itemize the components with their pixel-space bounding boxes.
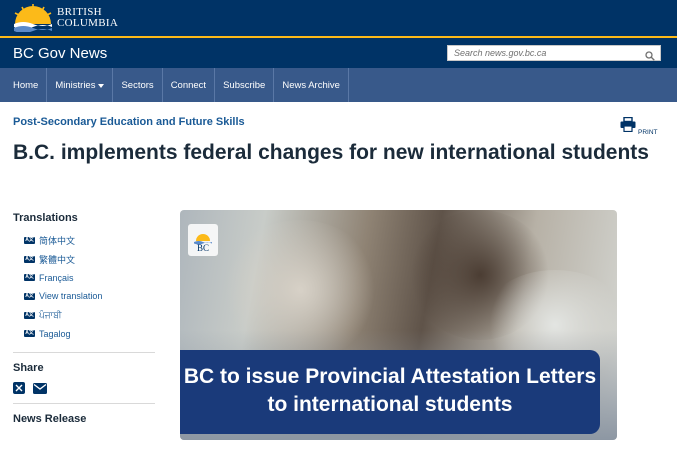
search-icon[interactable] [645,48,655,66]
translate-icon: A文 [24,330,35,338]
bc-logo[interactable]: BRITISH COLUMBIA [12,4,118,32]
translate-icon: A文 [24,274,35,282]
logo-line-2: COLUMBIA [57,17,119,29]
search-input[interactable]: Search news.gov.bc.ca [447,45,661,61]
translation-label: ਪੰਜਾਬੀ [39,309,62,320]
nav-label: News Archive [282,79,340,91]
translation-label: 繁體中文 [39,254,76,265]
search-placeholder: Search news.gov.bc.ca [454,48,547,58]
nav-item-sectors[interactable]: Sectors [113,68,163,102]
print-icon [620,116,636,137]
x-icon[interactable] [13,382,25,395]
divider [13,403,155,405]
nav-label: Sectors [121,79,154,91]
translation-link-tagalog[interactable]: A文 Tagalog [13,324,155,343]
translate-icon: A文 [24,255,35,263]
nav-label: Home [13,79,39,91]
page-title: B.C. implements federal changes for new … [13,141,649,164]
translate-icon: A文 [24,292,35,300]
translations-heading: Translations [13,212,78,224]
print-button[interactable]: PRINT [620,116,658,137]
translation-link-french[interactable]: A文 Français [13,268,155,287]
news-release-heading: News Release [13,413,87,426]
site-title[interactable]: BC Gov News [13,45,107,62]
sidebar: Translations A文 简体中文 A文 繁體中文 A文 Français… [13,212,155,425]
bc-sun-logo-icon [14,4,52,32]
translation-label: Français [39,272,74,283]
hero-image: BC BC to issue Provincial Attestation Le… [180,210,617,440]
bc-badge-icon: BC [188,224,218,256]
translation-link-traditional-chinese[interactable]: A文 繁體中文 [13,250,155,269]
site-bar: BC Gov News Search news.gov.bc.ca [0,38,677,68]
print-label: PRINT [638,129,658,136]
translation-link-punjabi[interactable]: A文 ਪੰਜਾਬੀ [13,306,155,325]
badge-text: BC [196,243,209,253]
share-buttons [13,382,155,395]
nav-item-home[interactable]: Home [0,68,48,102]
nav-label: Ministries [55,79,96,91]
translation-link-simplified-chinese[interactable]: A文 简体中文 [13,231,155,250]
ministry-link[interactable]: Post-Secondary Education and Future Skil… [13,116,245,128]
main-navigation: Home Ministries Sectors Connect Subscrib… [0,68,677,102]
nav-item-connect[interactable]: Connect [163,68,216,102]
translation-label: 简体中文 [39,235,76,246]
share-heading: Share [13,362,44,375]
translation-label: Tagalog [39,328,71,339]
divider [13,352,155,354]
translate-icon: A文 [24,311,35,319]
translation-label: View translation [39,291,103,302]
nav-item-ministries[interactable]: Ministries [47,68,114,102]
nav-item-subscribe[interactable]: Subscribe [215,68,275,102]
top-header: BRITISH COLUMBIA [0,0,677,38]
email-icon[interactable] [33,382,47,394]
nav-label: Connect [170,79,207,91]
chevron-down-icon [98,83,105,88]
image-caption: BC to issue Provincial Attestation Lette… [180,350,600,434]
translation-link-view[interactable]: A文 View translation [13,287,155,306]
nav-item-news-archive[interactable]: News Archive [274,68,349,102]
translate-icon: A文 [24,236,35,244]
translations-list: A文 简体中文 A文 繁體中文 A文 Français A文 View tran… [13,231,155,343]
nav-label: Subscribe [223,79,266,91]
